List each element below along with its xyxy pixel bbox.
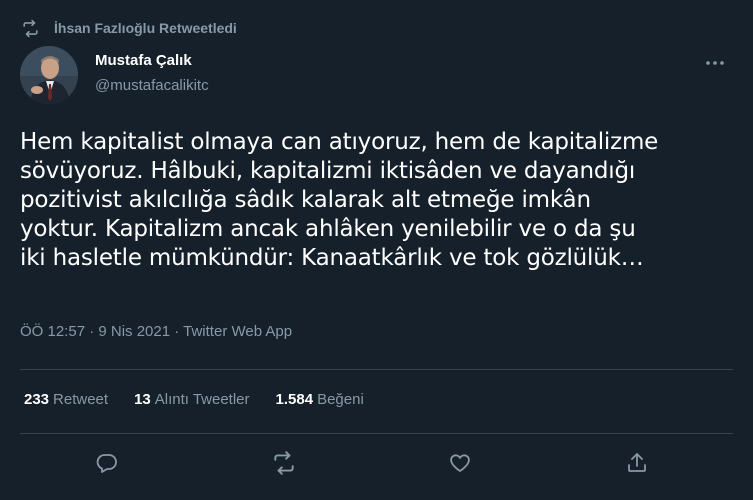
more-options-button[interactable] — [700, 52, 730, 72]
retweets-stat[interactable]: 233 Retweet — [24, 391, 108, 408]
tweet-line: sövüyoruz. Hâlbuki, kapitalizmi iktisâde… — [20, 158, 636, 184]
avatar[interactable] — [20, 46, 78, 104]
share-button[interactable] — [620, 448, 654, 482]
divider — [20, 369, 733, 370]
reply-icon — [95, 451, 119, 480]
tweet-text: Hem kapitalist olmaya can atıyoruz, hem … — [20, 128, 735, 273]
author-name[interactable]: Mustafa Çalık — [95, 52, 192, 69]
author-handle[interactable]: @mustafacalikitc — [95, 77, 209, 94]
quotes-label: Alıntı Tweetler — [154, 391, 250, 408]
retweet-icon — [20, 18, 40, 38]
retweet-banner[interactable]: İhsan Fazlıoğlu Retweetledi — [20, 16, 237, 40]
more-icon — [705, 53, 725, 71]
retweet-icon — [271, 450, 297, 481]
tweet-line: yoktur. Kapitalizm ancak ahlâken yenileb… — [20, 216, 636, 242]
divider — [20, 433, 733, 434]
tweet-line: iki hasletle mümkündür: Kanaatkârlık ve … — [20, 245, 644, 271]
tweet-line: pozitivist akılcılığa sâdık kalarak alt … — [20, 187, 591, 213]
likes-stat[interactable]: 1.584 Beğeni — [276, 391, 364, 408]
quotes-stat[interactable]: 13 Alıntı Tweetler — [134, 391, 249, 408]
retweet-button[interactable] — [267, 448, 301, 482]
likes-count: 1.584 — [275, 391, 314, 408]
tweet-stats: 233 Retweet 13 Alıntı Tweetler 1.584 Beğeni — [24, 391, 390, 408]
retweet-banner-text: İhsan Fazlıoğlu Retweetledi — [54, 20, 237, 36]
retweets-label: Retweet — [53, 391, 109, 408]
reply-button[interactable] — [90, 448, 124, 482]
retweets-count: 233 — [24, 391, 50, 408]
tweet-line: Hem kapitalist olmaya can atıyoruz, hem … — [20, 129, 659, 155]
likes-label: Beğeni — [317, 391, 364, 408]
heart-icon — [448, 451, 472, 480]
like-button[interactable] — [443, 448, 477, 482]
tweet-timestamp[interactable]: ÖÖ 12:57 · 9 Nis 2021 · Twitter Web App — [20, 323, 292, 340]
quotes-count: 13 — [134, 391, 151, 408]
tweet-card: İhsan Fazlıoğlu Retweetledi Mustafa Çalı… — [0, 0, 753, 500]
share-icon — [625, 451, 649, 480]
action-bar — [0, 448, 753, 482]
